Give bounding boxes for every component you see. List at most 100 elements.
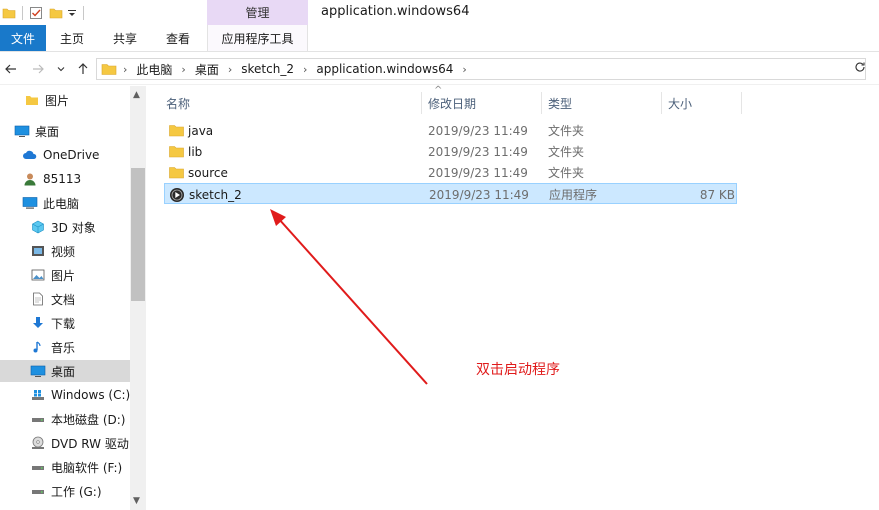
file-row[interactable]: lib 2019/9/23 11:49 文件夹 xyxy=(164,141,737,162)
user-icon xyxy=(22,171,38,187)
tab-share[interactable]: 共享 xyxy=(98,25,152,51)
divider xyxy=(22,5,23,20)
tab-app-tools[interactable]: 应用程序工具 xyxy=(207,25,308,51)
nav-item-drive-d[interactable]: 本地磁盘 (D:) xyxy=(0,408,130,430)
nav-item-drive-g[interactable]: 工作 (G:) xyxy=(0,480,130,502)
nav-item-downloads[interactable]: 下载 xyxy=(0,312,130,334)
ribbon: 文件 主页 共享 查看 应用程序工具 xyxy=(0,25,879,52)
file-size xyxy=(664,141,734,162)
drive-icon xyxy=(30,483,46,499)
nav-item-desktop-root[interactable]: 桌面 xyxy=(0,120,130,142)
nav-item-dvd[interactable]: DVD RW 驱动 xyxy=(0,432,130,454)
navigation-pane: 图片 桌面 OneDrive 85113 此电脑 3D 对象 视频 图片 文档 … xyxy=(0,86,146,510)
file-date: 2019/9/23 11:49 xyxy=(428,144,528,159)
file-size xyxy=(664,120,734,141)
manage-tab[interactable]: 管理 xyxy=(207,0,308,25)
file-row[interactable]: source 2019/9/23 11:49 文件夹 xyxy=(164,162,737,183)
annotation-text: 双击启动程序 xyxy=(476,362,560,378)
nav-item-pictures-quick[interactable]: 图片 xyxy=(0,89,130,111)
back-arrow-icon xyxy=(5,64,16,74)
folder-icon xyxy=(24,92,40,108)
breadcrumb-desktop[interactable]: 桌面 xyxy=(195,61,219,78)
tab-file[interactable]: 文件 xyxy=(0,25,46,51)
address-bar[interactable]: › 此电脑 › 桌面 › sketch_2 › application.wind… xyxy=(96,58,866,80)
file-name-cell: lib xyxy=(168,141,202,162)
drive-icon xyxy=(30,459,46,475)
up-button[interactable] xyxy=(74,60,92,78)
document-icon xyxy=(30,291,46,307)
file-date: 2019/9/23 11:49 xyxy=(428,123,528,138)
back-button[interactable] xyxy=(2,60,20,78)
file-date: 2019/9/23 11:49 xyxy=(429,187,529,202)
quick-access-toolbar xyxy=(0,0,90,25)
file-size xyxy=(664,162,734,183)
breadcrumb-separator: › xyxy=(181,62,186,76)
folder-icon xyxy=(168,144,184,160)
desktop-icon xyxy=(30,363,46,379)
manage-tab-label: 管理 xyxy=(245,6,270,20)
app-icon xyxy=(169,187,185,203)
nav-item-videos[interactable]: 视频 xyxy=(0,240,130,262)
properties-icon[interactable] xyxy=(29,6,43,20)
file-list: ^ 名称 修改日期 类型 大小 java 2019/9/23 11:49 文件夹… xyxy=(146,85,879,510)
drive-icon xyxy=(30,411,46,427)
recent-locations-button[interactable] xyxy=(52,60,70,78)
breadcrumb-separator: › xyxy=(123,62,128,76)
refresh-button[interactable] xyxy=(854,61,866,77)
nav-item-3d-objects[interactable]: 3D 对象 xyxy=(0,216,130,238)
nav-item-pictures[interactable]: 图片 xyxy=(0,264,130,286)
forward-arrow-icon xyxy=(33,64,44,74)
file-type: 应用程序 xyxy=(549,188,598,202)
nav-scrollbar-thumb[interactable] xyxy=(131,168,145,301)
folder-icon xyxy=(2,6,16,20)
cloud-icon xyxy=(22,147,38,163)
file-type: 文件夹 xyxy=(548,124,585,138)
file-name-cell: source xyxy=(168,162,228,183)
refresh-icon xyxy=(855,62,865,72)
breadcrumb-application[interactable]: application.windows64 xyxy=(316,62,453,76)
windows-drive-icon xyxy=(30,387,46,403)
breadcrumb-sketch[interactable]: sketch_2 xyxy=(241,62,294,76)
video-icon xyxy=(30,243,46,259)
new-folder-icon[interactable] xyxy=(49,6,63,20)
file-name-cell: java xyxy=(168,120,213,141)
pictures-icon xyxy=(30,267,46,283)
window-title: application.windows64 xyxy=(321,4,470,19)
file-row-selected[interactable]: sketch_2 2019/9/23 11:49 应用程序 87 KB xyxy=(164,183,737,204)
tab-view[interactable]: 查看 xyxy=(152,25,204,51)
column-header-date[interactable]: 修改日期 xyxy=(422,92,542,114)
breadcrumb-separator: › xyxy=(462,62,467,76)
title-bar: 管理 application.windows64 xyxy=(0,0,879,25)
chevron-down-icon xyxy=(57,67,65,72)
download-icon xyxy=(30,315,46,331)
column-header-size[interactable]: 大小 xyxy=(662,92,742,114)
scroll-down-icon[interactable]: ▼ xyxy=(133,496,140,506)
computer-icon xyxy=(22,195,38,211)
customize-toolbar-icon[interactable] xyxy=(67,8,77,18)
desktop-icon xyxy=(14,123,30,139)
cube-icon xyxy=(30,219,46,235)
nav-item-documents[interactable]: 文档 xyxy=(0,288,130,310)
up-arrow-icon xyxy=(78,63,88,74)
nav-item-user[interactable]: 85113 xyxy=(0,168,130,190)
dvd-icon xyxy=(30,435,46,451)
breadcrumb-separator: › xyxy=(302,62,308,76)
nav-item-this-pc[interactable]: 此电脑 xyxy=(0,192,130,214)
folder-icon xyxy=(101,61,117,77)
breadcrumb-separator: › xyxy=(227,62,233,76)
music-icon xyxy=(30,339,46,355)
file-row[interactable]: java 2019/9/23 11:49 文件夹 xyxy=(164,120,737,141)
tab-home[interactable]: 主页 xyxy=(46,25,98,51)
column-header-type[interactable]: 类型 xyxy=(542,92,662,114)
nav-item-onedrive[interactable]: OneDrive xyxy=(0,144,130,166)
breadcrumb-this-pc[interactable]: 此电脑 xyxy=(136,61,172,78)
forward-button[interactable] xyxy=(29,60,47,78)
file-name-cell: sketch_2 xyxy=(169,184,242,205)
column-header-name[interactable]: 名称 xyxy=(160,92,422,114)
nav-item-music[interactable]: 音乐 xyxy=(0,336,130,358)
scroll-up-icon[interactable]: ▲ xyxy=(133,90,140,100)
nav-item-drive-f[interactable]: 电脑软件 (F:) xyxy=(0,456,130,478)
nav-item-drive-c[interactable]: Windows (C:) xyxy=(0,384,130,406)
file-date: 2019/9/23 11:49 xyxy=(428,165,528,180)
nav-item-desktop[interactable]: 桌面 xyxy=(0,360,130,382)
